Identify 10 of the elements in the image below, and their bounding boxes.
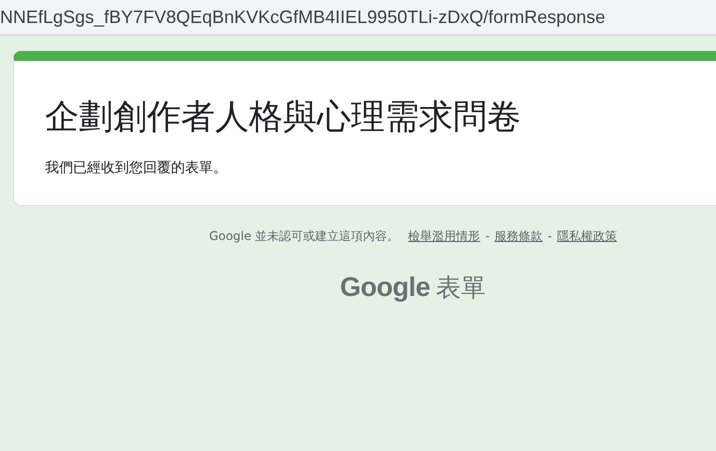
- confirmation-message: 我們已經收到您回覆的表單。: [45, 159, 228, 178]
- link-separator: -: [485, 229, 490, 244]
- footer-link[interactable]: 檢舉濫用情形: [408, 228, 480, 246]
- footer-link[interactable]: 隱私權政策: [556, 228, 617, 246]
- link-separator: -: [548, 229, 552, 244]
- form-title: 企劃創作者人格與心理需求問卷: [45, 96, 522, 139]
- logo-product-name: 表單: [436, 272, 486, 304]
- logo-wordmark: Google: [340, 272, 430, 304]
- disclaimer-text: Google 並未認可或建立這項內容。: [209, 228, 400, 246]
- footer-link[interactable]: 服務條款: [494, 228, 543, 246]
